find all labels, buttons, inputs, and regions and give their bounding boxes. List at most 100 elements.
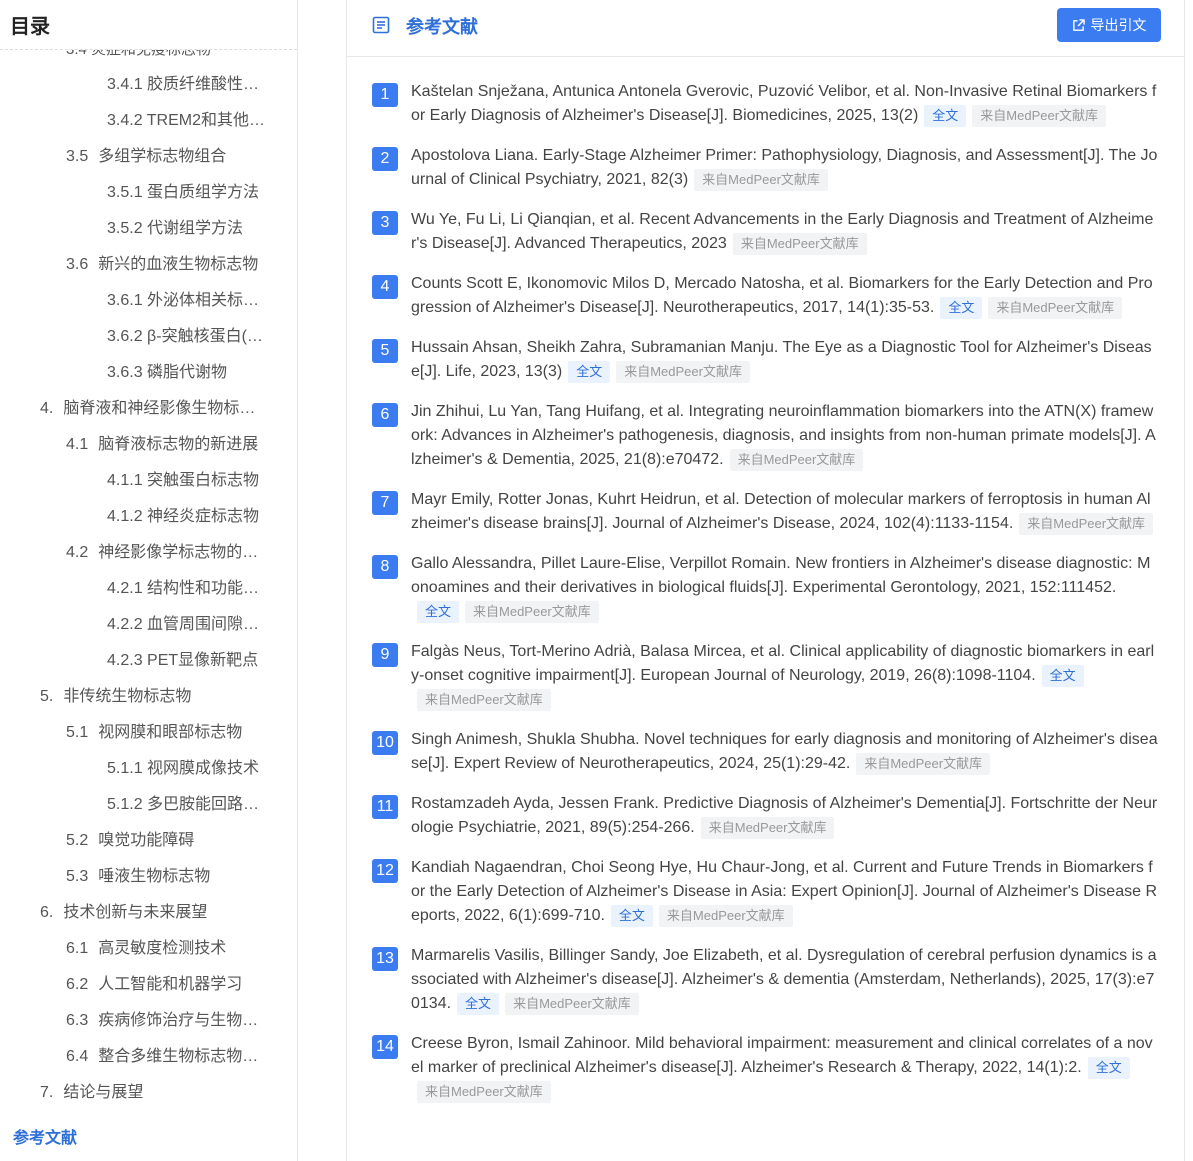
reference-text: Apostolova Liana. Early-Stage Alzheimer …	[411, 144, 1158, 192]
toc-item-number: 6.2	[66, 976, 89, 993]
toc-item[interactable]: 6.4 整合多维生物标志物模型	[0, 1039, 297, 1075]
toc-title: 目录	[10, 16, 50, 38]
reference-item: 6 Jin Zhihui, Lu Yan, Tang Huifang, et al…	[347, 390, 1184, 478]
toc-item[interactable]: 3.5.1 蛋白质组学方法	[0, 175, 297, 211]
reference-number-badge: 12	[372, 859, 398, 883]
toc-item[interactable]: 3.6.2 β-突触核蛋白(β-synuclein)	[0, 319, 297, 355]
toc-item-label: 脑脊液标志物的新进展	[98, 436, 259, 453]
toc-item[interactable]: 4.2.1 结构性和功能性磁共振成像	[0, 571, 297, 607]
toc-item[interactable]: 4. 脑脊液和神经影像生物标志物	[0, 391, 297, 427]
toc-item-number: 4.2	[66, 544, 89, 561]
medpeer-source-link[interactable]: 来自MedPeer文献库	[465, 600, 599, 623]
medpeer-source-link[interactable]: 来自MedPeer文献库	[417, 1080, 551, 1103]
reference-citation: Creese Byron, Ismail Zahinoor. Mild beha…	[411, 1035, 1153, 1076]
toc-item[interactable]: 5. 非传统生物标志物	[0, 679, 297, 715]
toc-item-number: 4.	[40, 400, 54, 417]
toc-item[interactable]: 6.2 人工智能和机器学习	[0, 967, 297, 1003]
reference-item: 5 Hussain Ahsan, Sheikh Zahra, Subramania…	[347, 326, 1184, 390]
full-text-link[interactable]: 全文	[610, 904, 653, 927]
toc-item[interactable]: 6.3 疾病修饰治疗与生物标志物	[0, 1003, 297, 1039]
full-text-link[interactable]: 全文	[940, 296, 983, 319]
toc-item-number: 7.	[40, 1084, 54, 1101]
toc-item[interactable]: 3.6.1 外泌体相关标志物	[0, 283, 297, 319]
toc-item-label: 3.4.2 TREM2和其他小胶质细胞标志物	[107, 112, 297, 129]
reference-text: Hussain Ahsan, Sheikh Zahra, Subramanian…	[411, 336, 1158, 384]
reference-number-badge: 1	[372, 83, 398, 107]
reference-number-badge: 5	[372, 339, 398, 363]
medpeer-source-link[interactable]: 来自MedPeer文献库	[616, 360, 750, 383]
toc-item[interactable]: 3.5 多组学标志物组合	[0, 139, 297, 175]
medpeer-source-link[interactable]: 来自MedPeer文献库	[417, 688, 551, 711]
toc-item[interactable]: 5.2 嗅觉功能障碍	[0, 823, 297, 859]
reference-text: Kandiah Nagaendran, Choi Seong Hye, Hu C…	[411, 856, 1158, 928]
toc-item[interactable]: 3.6.3 磷脂代谢物	[0, 355, 297, 391]
toc-item-label: 高灵敏度检测技术	[98, 940, 227, 957]
medpeer-source-link[interactable]: 来自MedPeer文献库	[988, 296, 1123, 319]
toc-item-label: 3.6.1 外泌体相关标志物	[107, 292, 276, 309]
export-icon	[1072, 18, 1085, 31]
reference-text: Mayr Emily, Rotter Jonas, Kuhrt Heidrun,…	[411, 488, 1158, 536]
toc-item-number: 6.	[40, 904, 54, 921]
medpeer-source-link[interactable]: 来自MedPeer文献库	[729, 448, 864, 471]
toc-item[interactable]: 7. 结论与展望	[0, 1075, 297, 1111]
toc-item-number: 6.4	[66, 1048, 89, 1065]
toc-item[interactable]: 5.1.2 多巴胺能回路标志物	[0, 787, 297, 823]
toc-item[interactable]: 4.1.1 突触蛋白标志物	[0, 463, 297, 499]
reference-number-badge: 8	[372, 555, 398, 579]
medpeer-source-link[interactable]: 来自MedPeer文献库	[700, 816, 835, 839]
medpeer-source-link[interactable]: 来自MedPeer文献库	[732, 232, 867, 255]
toc-item-label: 5.1.1 视网膜成像技术	[107, 760, 260, 777]
reference-item: 4 Counts Scott E, Ikonomovic Milos D, Mer…	[347, 262, 1184, 326]
toc-item[interactable]: 5.1.1 视网膜成像技术	[0, 751, 297, 787]
reference-text: Gallo Alessandra, Pillet Laure-Elise, Ve…	[411, 552, 1158, 624]
toc-item[interactable]: 4.2.2 血管周围间隙扩大	[0, 607, 297, 643]
medpeer-source-link[interactable]: 来自MedPeer文献库	[505, 992, 639, 1015]
full-text-link[interactable]: 全文	[1041, 664, 1084, 687]
toc-item[interactable]: 5.3 唾液生物标志物	[0, 859, 297, 895]
medpeer-source-link[interactable]: 来自MedPeer文献库	[1019, 512, 1154, 535]
toc-item-label: 整合多维生物标志物模型	[98, 1048, 275, 1065]
toc-references-link[interactable]: 参考文献	[13, 1124, 77, 1148]
toc-item[interactable]: 6. 技术创新与未来展望	[0, 895, 297, 931]
toc-item-label: 人工智能和机器学习	[98, 976, 243, 993]
full-text-link[interactable]: 全文	[1087, 1056, 1130, 1079]
reference-text: Creese Byron, Ismail Zahinoor. Mild beha…	[411, 1032, 1158, 1104]
reference-text: Jin Zhihui, Lu Yan, Tang Huifang, et al.…	[411, 400, 1158, 472]
export-citation-button[interactable]: 导出引文	[1057, 8, 1161, 42]
toc-item[interactable]: 4.1 脑脊液标志物的新进展	[0, 427, 297, 463]
reference-number-badge: 3	[372, 211, 398, 235]
full-text-link[interactable]: 全文	[417, 600, 460, 623]
toc-item-number: 3.6	[66, 256, 89, 273]
toc-item[interactable]: 4.2 神经影像学标志物的新进展	[0, 535, 297, 571]
toc-item[interactable]: 6.1 高灵敏度检测技术	[0, 931, 297, 967]
full-text-link[interactable]: 全文	[457, 992, 500, 1015]
reference-item: 13 Marmarelis Vasilis, Billinger Sandy, J…	[347, 934, 1184, 1022]
toc-item-label: 技术创新与未来展望	[63, 904, 208, 921]
toc-item-number: 4.1	[66, 436, 89, 453]
toc-item-label: 4.1.1 突触蛋白标志物	[107, 472, 260, 489]
reference-text: Kaštelan Snježana, Antunica Antonela Gve…	[411, 80, 1158, 128]
toc-item-label: 多组学标志物组合	[98, 148, 227, 165]
toc-item[interactable]: 4.1.2 神经炎症标志物	[0, 499, 297, 535]
reference-item: 12 Kandiah Nagaendran, Choi Seong Hye, Hu…	[347, 846, 1184, 934]
toc-item[interactable]: 3.6 新兴的血液生物标志物	[0, 247, 297, 283]
medpeer-source-link[interactable]: 来自MedPeer文献库	[856, 752, 991, 775]
toc-item[interactable]: 4.2.3 PET显像新靶点	[0, 643, 297, 679]
toc-item[interactable]: 5.1 视网膜和眼部标志物	[0, 715, 297, 751]
toc-item[interactable]: 3.5.2 代谢组学方法	[0, 211, 297, 247]
reference-citation: Gallo Alessandra, Pillet Laure-Elise, Ve…	[411, 555, 1151, 596]
full-text-link[interactable]: 全文	[924, 104, 967, 127]
page: 目录 3.4 炎症和免疫标志物 3.4.1 胶质纤维酸性蛋白3.4.2 TREM…	[0, 0, 1193, 1161]
medpeer-source-link[interactable]: 来自MedPeer文献库	[658, 904, 793, 927]
medpeer-source-link[interactable]: 来自MedPeer文献库	[972, 104, 1107, 127]
toc-item[interactable]: 3.4.1 胶质纤维酸性蛋白	[0, 67, 297, 103]
reference-number-badge: 7	[372, 491, 398, 515]
toc-sidebar: 目录 3.4 炎症和免疫标志物 3.4.1 胶质纤维酸性蛋白3.4.2 TREM…	[0, 0, 298, 1161]
medpeer-source-link[interactable]: 来自MedPeer文献库	[694, 168, 828, 191]
toc-item-label: 神经影像学标志物的新进展	[98, 544, 291, 561]
reference-number-badge: 9	[372, 643, 398, 667]
toc-item-number: 5.3	[66, 868, 89, 885]
reference-number-badge: 11	[372, 795, 398, 819]
full-text-link[interactable]: 全文	[568, 360, 611, 383]
toc-item[interactable]: 3.4.2 TREM2和其他小胶质细胞标志物	[0, 103, 297, 139]
